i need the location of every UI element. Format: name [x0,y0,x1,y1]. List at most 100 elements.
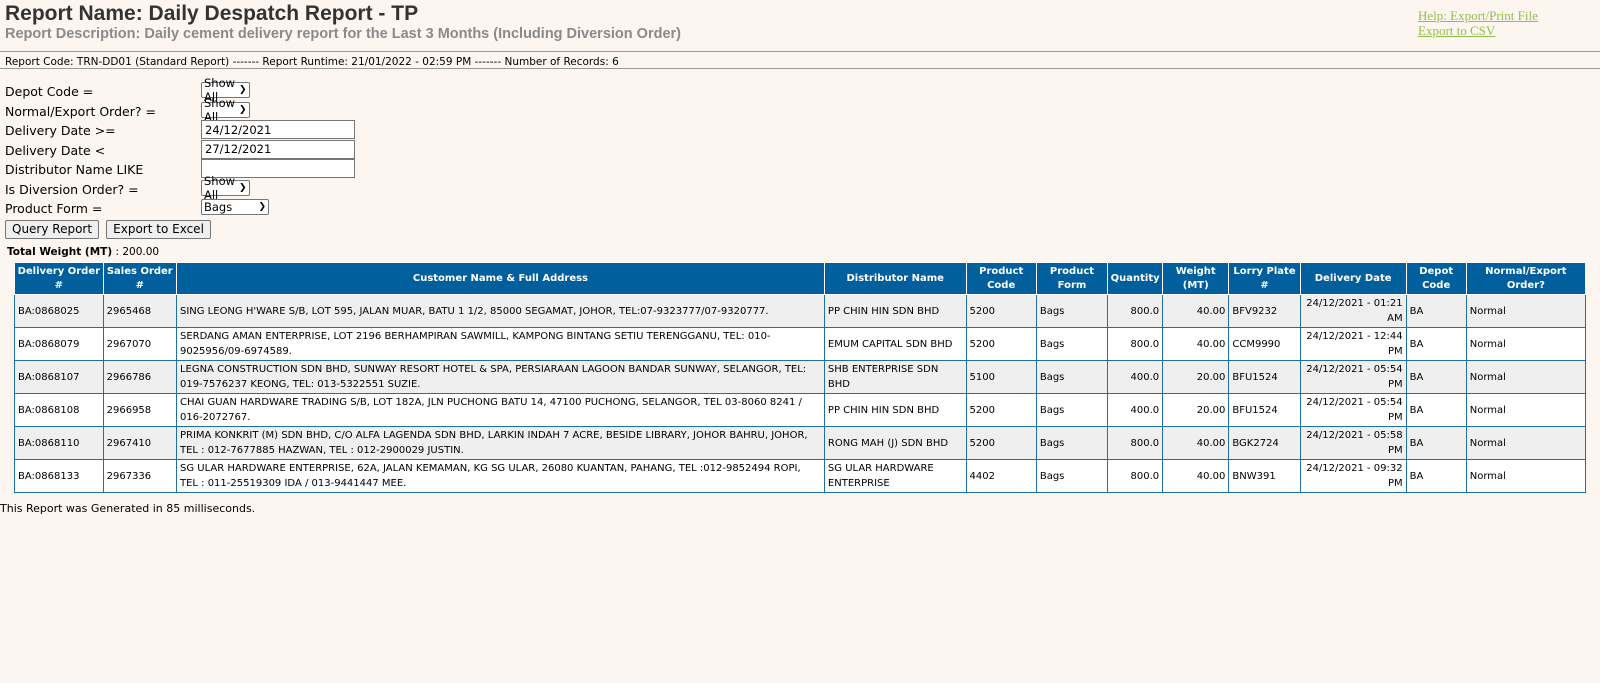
customer-cell: CHAI GUAN HARDWARE TRADING S/B, LOT 182A… [175,393,825,427]
product-code-cell: 5200 [965,327,1037,361]
export-csv-link[interactable]: Export to CSV [1418,23,1558,38]
help-export-print-link[interactable]: Help: Export/Print File [1418,8,1558,23]
col-product-form[interactable]: Product Form [1035,262,1109,295]
customer-cell: SERDANG AMAN ENTERPRISE, LOT 2196 BERHAM… [175,327,825,361]
order-type-cell: Normal [1465,360,1587,394]
sales-order-cell: 2966786 [102,360,177,394]
lorry-plate-cell: CCM9990 [1228,327,1301,361]
product-form-cell: Bags [1035,459,1109,493]
col-quantity[interactable]: Quantity [1107,262,1164,295]
customer-cell: PRIMA KONKRIT (M) SDN BHD, C/O ALFA LAGE… [175,426,825,460]
order-type-cell: Normal [1465,459,1587,493]
product-form-cell: Bags [1035,327,1109,361]
product-form-cell: Bags [1035,393,1109,427]
depot-code-cell: BA [1405,360,1467,394]
product-form-select[interactable]: Bags ❯ [201,199,269,215]
col-distributor[interactable]: Distributor Name [823,262,967,295]
delivery-order-cell: BA:0868107 [14,360,104,394]
col-delivery-date[interactable]: Delivery Date [1299,262,1407,295]
diversion-value: Show All [204,173,236,202]
depot-code-cell: BA [1405,459,1467,493]
top-links: Help: Export/Print File Export to CSV [1418,8,1558,38]
delivery-order-cell: BA:0868025 [14,294,104,328]
report-title: Report Name: Daily Despatch Report - TP [5,2,419,25]
export-excel-button[interactable]: Export to Excel [106,220,211,239]
col-delivery-order[interactable]: Delivery Order # [14,262,104,295]
report-meta: Report Code: TRN-DD01 (Standard Report) … [5,56,619,68]
table-row: BA:0868108 2966958 CHAI GUAN HARDWARE TR… [14,393,1587,427]
quantity-cell: 400.0 [1107,360,1164,394]
chevron-down-icon: ❯ [258,202,266,212]
query-report-button[interactable]: Query Report [5,220,100,239]
total-weight-label: Total Weight (MT) [7,246,113,258]
col-weight[interactable]: Weight (MT) [1162,262,1230,295]
order-type-cell: Normal [1465,426,1587,460]
depot-code-cell: BA [1405,327,1467,361]
delivery-order-cell: BA:0868108 [14,393,104,427]
depot-code-cell: BA [1405,426,1467,460]
product-form-value: Bags [204,200,233,214]
product-form-cell: Bags [1035,360,1109,394]
product-code-cell: 5200 [965,393,1037,427]
order-type-label: Normal/Export Order? = [5,103,156,119]
total-weight: Total Weight (MT) : 200.00 [7,246,159,258]
delivery-date-cell: 24/12/2021 - 05:58 PM [1299,426,1407,460]
sales-order-cell: 2966958 [102,393,177,427]
date-to-input[interactable] [201,139,355,159]
weight-cell: 40.00 [1162,294,1230,328]
delivery-date-cell: 24/12/2021 - 05:54 PM [1299,360,1407,394]
divider-bottom [0,68,1600,69]
diversion-select[interactable]: Show All ❯ [201,174,250,202]
delivery-date-cell: 24/12/2021 - 09:32 PM [1299,459,1407,493]
sales-order-cell: 2967336 [102,459,177,493]
table-row: BA:0868133 2967336 SG ULAR HARDWARE ENTE… [14,459,1587,493]
quantity-cell: 800.0 [1107,294,1164,328]
lorry-plate-cell: BFV9232 [1228,294,1301,328]
chevron-down-icon: ❯ [239,104,247,115]
order-type-select[interactable]: Show All ❯ [201,96,250,124]
weight-cell: 20.00 [1162,360,1230,394]
weight-cell: 40.00 [1162,426,1230,460]
lorry-plate-cell: BFU1524 [1228,393,1301,427]
col-order-type[interactable]: Normal/Export Order? [1465,262,1587,295]
distributor-cell: PP CHIN HIN SDN BHD [823,393,967,427]
delivery-order-cell: BA:0868133 [14,459,104,493]
col-product-code[interactable]: Product Code [965,262,1037,295]
table-row: BA:0868107 2966786 LEGNA CONSTRUCTION SD… [14,360,1587,394]
generation-time: This Report was Generated in 85 millisec… [0,502,256,515]
customer-cell: SG ULAR HARDWARE ENTERPRISE, 62A, JALAN … [175,459,825,493]
col-customer[interactable]: Customer Name & Full Address [175,262,825,295]
col-lorry-plate[interactable]: Lorry Plate # [1228,262,1301,295]
quantity-cell: 800.0 [1107,459,1164,493]
sales-order-cell: 2965468 [102,294,177,328]
depot-code-cell: BA [1405,294,1467,328]
product-form-label: Product Form = [5,201,103,216]
date-from-label: Delivery Date >= [5,123,116,138]
date-from-input[interactable] [201,120,355,139]
col-depot-code[interactable]: Depot Code [1405,262,1467,295]
distributor-cell: SG ULAR HARDWARE ENTERPRISE [823,459,967,493]
weight-cell: 40.00 [1162,459,1230,493]
depot-code-label: Depot Code = [5,84,94,99]
divider-top [0,51,1600,52]
diversion-label: Is Diversion Order? = [5,181,139,197]
total-weight-value: : 200.00 [115,246,160,258]
delivery-date-cell: 24/12/2021 - 05:54 PM [1299,393,1407,427]
lorry-plate-cell: BGK2724 [1228,426,1301,460]
table-row: BA:0868025 2965468 SING LEONG H'WARE S/B… [14,294,1587,328]
chevron-down-icon: ❯ [239,85,247,95]
order-type-cell: Normal [1465,327,1587,361]
product-form-cell: Bags [1035,426,1109,460]
customer-cell: LEGNA CONSTRUCTION SDN BHD, SUNWAY RESOR… [175,360,825,394]
order-type-cell: Normal [1465,294,1587,328]
product-code-cell: 5200 [965,294,1037,328]
action-buttons: Query Report Export to Excel [5,218,213,239]
delivery-date-cell: 24/12/2021 - 01:21 AM [1299,294,1407,328]
distributor-cell: SHB ENTERPRISE SDN BHD [823,360,967,394]
chevron-down-icon: ❯ [239,182,247,193]
lorry-plate-cell: BNW391 [1228,459,1301,493]
col-sales-order[interactable]: Sales Order # [102,262,177,295]
product-form-cell: Bags [1035,294,1109,328]
delivery-date-cell: 24/12/2021 - 12:44 PM [1299,327,1407,361]
sales-order-cell: 2967070 [102,327,177,361]
